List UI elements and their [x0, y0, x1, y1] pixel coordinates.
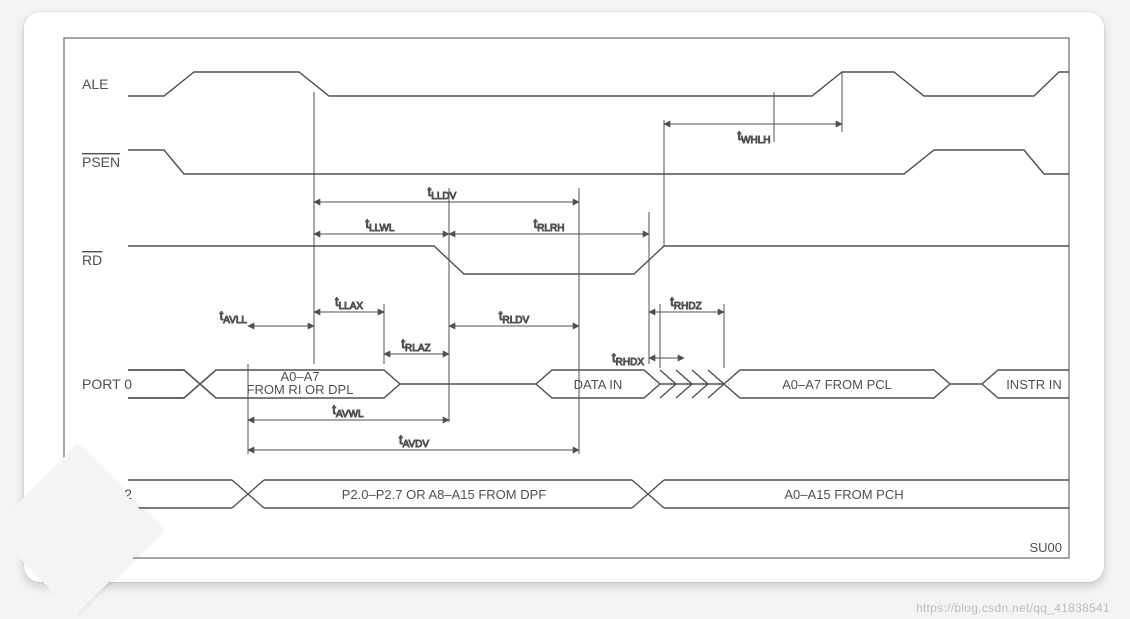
label-port0: PORT 0 [82, 376, 132, 392]
diagram-card: ALE PSEN RD PORT 0 [24, 12, 1104, 582]
watermark: https://blog.csdn.net/qq_41838541 [916, 601, 1110, 615]
corner-code: SU00 [1029, 540, 1062, 555]
dim-llwl: tLLWL [365, 216, 394, 234]
dim-avdv: tAVDV [399, 432, 429, 450]
label-psen: PSEN [82, 154, 120, 170]
dim-lldv: tLLDV [428, 184, 457, 202]
bus-p0-pcl: A0–A7 FROM PCL [782, 377, 892, 392]
dim-avll: tAVLL [220, 308, 248, 326]
dimensions: tWHLH tLLDV tLLWL tRLRH tAVLL [220, 124, 842, 450]
dim-avwl: tAVWL [332, 402, 364, 420]
timing-diagram: ALE PSEN RD PORT 0 [24, 12, 1104, 582]
waveform-rd [128, 246, 1069, 274]
waveform-psen [128, 150, 1069, 174]
bus-p2-right: A0–A15 FROM PCH [784, 487, 903, 502]
label-rd: RD [82, 252, 102, 268]
dim-whlh: tWHLH [737, 128, 770, 146]
dim-rhdx: tRHDX [612, 350, 644, 368]
dim-rlrh: tRLRH [534, 216, 565, 234]
bus-p0-data: DATA IN [574, 377, 623, 392]
label-ale: ALE [82, 76, 108, 92]
dim-llax: tLLAX [335, 294, 363, 312]
dim-rldv: tRLDV [499, 308, 530, 326]
bus-p0-addr-sub: FROM RI OR DPL [247, 382, 354, 397]
dim-rlaz: tRLAZ [401, 336, 430, 354]
waveform-port2 [128, 480, 1069, 508]
bus-p0-instr: INSTR IN [1006, 377, 1062, 392]
guides [248, 92, 774, 454]
bus-p2-left: P2.0–P2.7 OR A8–A15 FROM DPF [342, 487, 547, 502]
dim-rhdz: tRHDZ [670, 294, 701, 312]
waveform-ale [128, 72, 1069, 96]
